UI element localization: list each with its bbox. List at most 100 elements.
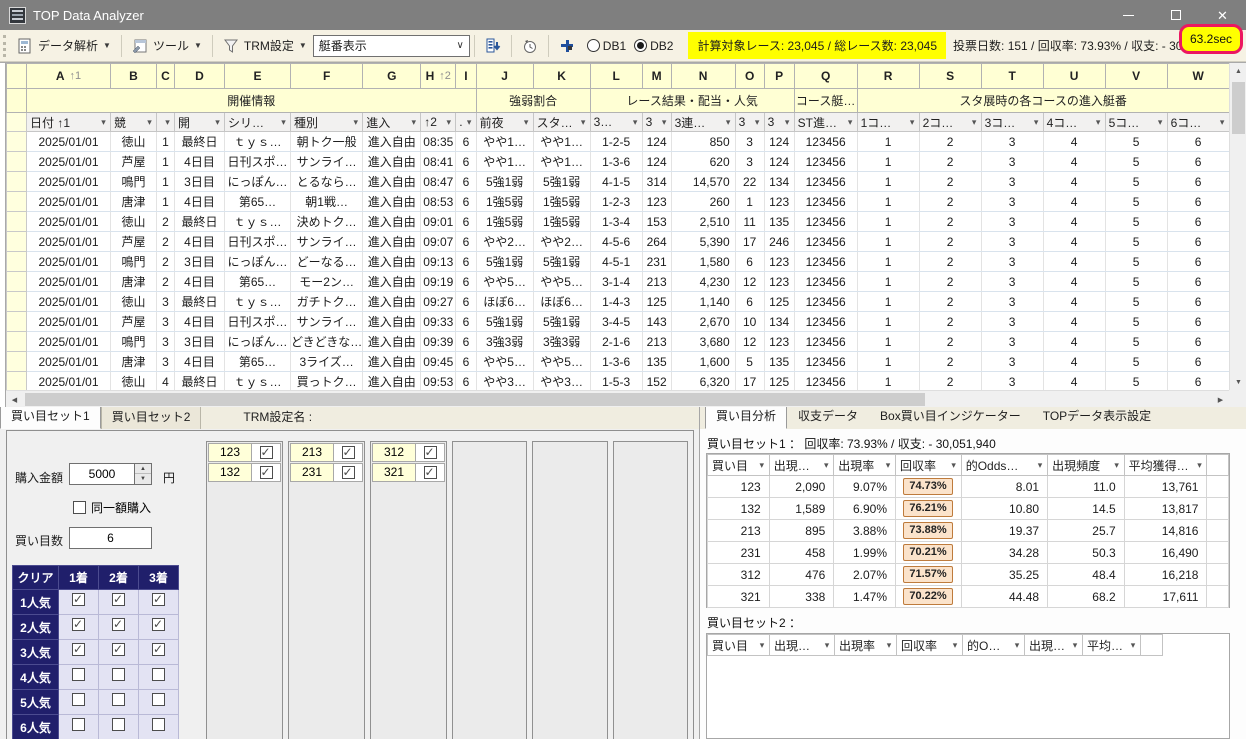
grid-cell[interactable]: ｔｙｓ… bbox=[224, 211, 291, 232]
column-letter-Q[interactable]: Q bbox=[793, 63, 858, 89]
filter-dropdown-icon[interactable]: ▾ bbox=[407, 117, 420, 128]
toolbar-grip[interactable] bbox=[3, 34, 7, 57]
grid-cell[interactable]: 1 bbox=[857, 171, 920, 192]
matrix-cell[interactable] bbox=[58, 664, 99, 690]
analysis-cell[interactable]: 1,589 bbox=[768, 497, 835, 520]
grid-cell[interactable]: 124 bbox=[642, 131, 672, 152]
grid-cell[interactable]: 進入自由 bbox=[362, 311, 422, 332]
grid-cell[interactable]: 3日目 bbox=[174, 171, 225, 192]
checked-checkbox-icon[interactable] bbox=[152, 617, 165, 631]
grid-cell[interactable]: 鳴門 bbox=[110, 331, 157, 352]
matrix-cell[interactable] bbox=[98, 689, 139, 715]
grid-cell[interactable]: 朝1戦… bbox=[290, 191, 364, 212]
grid-cell[interactable]: 135 bbox=[642, 351, 672, 372]
tab-bet-set-2[interactable]: 買い目セット2 bbox=[100, 407, 202, 429]
grid-cell[interactable]: やや2… bbox=[476, 231, 534, 252]
grid-cell[interactable]: 123456 bbox=[794, 211, 858, 232]
tab-bet-set-1[interactable]: 買い目セット1 bbox=[0, 407, 101, 429]
grid-cell[interactable]: 123456 bbox=[794, 271, 858, 292]
header-dropdown-icon[interactable]: ▾ bbox=[1192, 460, 1206, 471]
grid-cell[interactable]: 2 bbox=[919, 231, 982, 252]
grid-cell[interactable]: 08:47 bbox=[420, 171, 457, 192]
grid-cell[interactable]: 6 bbox=[455, 351, 477, 372]
grid-cell[interactable]: 2025/01/01 bbox=[26, 291, 111, 312]
grid-cell[interactable]: 3 bbox=[981, 351, 1044, 372]
grid-cell[interactable]: 6 bbox=[455, 231, 477, 252]
popularity-label[interactable]: 6人気 bbox=[12, 714, 59, 739]
analysis-column-header[interactable]: 出現率 ▾ bbox=[833, 454, 896, 476]
filter-dropdown-icon[interactable]: ▾ bbox=[1216, 117, 1229, 128]
grid-cell[interactable]: 123456 bbox=[794, 291, 858, 312]
column-letter-G[interactable]: G bbox=[362, 63, 422, 89]
filter-header[interactable]: 3… ▾ bbox=[589, 112, 643, 132]
column-letter-D[interactable]: D bbox=[174, 63, 225, 89]
clear-button[interactable]: クリア bbox=[12, 565, 59, 590]
column-letter-J[interactable]: J bbox=[475, 63, 534, 89]
grid-cell[interactable]: 1 bbox=[857, 211, 920, 232]
grid-cell[interactable]: 2025/01/01 bbox=[26, 311, 111, 332]
grid-cell[interactable]: 14,570 bbox=[671, 171, 736, 192]
header-dropdown-icon[interactable]: ▾ bbox=[948, 640, 962, 651]
tab-top-display-settings[interactable]: TOPデータ表示設定 bbox=[1032, 407, 1162, 429]
grid-cell[interactable]: 3 bbox=[981, 151, 1044, 172]
row-header[interactable] bbox=[6, 271, 27, 292]
grid-cell[interactable]: 2025/01/01 bbox=[26, 231, 111, 252]
bet-list-panel[interactable]: 123132 bbox=[206, 441, 283, 739]
analysis-cell[interactable]: 13,817 bbox=[1123, 497, 1208, 520]
matrix-cell[interactable] bbox=[98, 714, 139, 739]
grid-cell[interactable]: 124 bbox=[764, 131, 795, 152]
grid-cell[interactable]: 17 bbox=[735, 371, 765, 392]
analysis-cell[interactable]: 14,816 bbox=[1123, 519, 1208, 542]
grid-cell[interactable]: 2 bbox=[919, 171, 982, 192]
filter-dropdown-icon[interactable]: ▾ bbox=[442, 117, 455, 128]
column-letter-K[interactable]: K bbox=[532, 63, 591, 89]
grid-cell[interactable]: 徳山 bbox=[110, 291, 157, 312]
matrix-cell[interactable] bbox=[98, 589, 139, 615]
analysis-cell[interactable]: 16,218 bbox=[1123, 563, 1208, 586]
grid-cell[interactable]: 4 bbox=[1043, 331, 1106, 352]
grid-cell[interactable]: 5強1弱 bbox=[533, 251, 591, 272]
filter-dropdown-icon[interactable]: ▾ bbox=[143, 117, 156, 128]
grid-cell[interactable]: 1,140 bbox=[671, 291, 736, 312]
grid-cell[interactable]: サンライ… bbox=[290, 231, 364, 252]
grid-cell[interactable]: 09:39 bbox=[420, 331, 457, 352]
purchase-amount-input[interactable]: 5000 bbox=[69, 463, 135, 485]
grid-cell[interactable]: 第65… bbox=[224, 191, 291, 212]
grid-cell[interactable]: 進入自由 bbox=[362, 231, 422, 252]
filter-dropdown-icon[interactable]: ▾ bbox=[1030, 117, 1043, 128]
grid-cell[interactable]: 2025/01/01 bbox=[26, 371, 111, 392]
filter-header[interactable]: ST進… ▾ bbox=[793, 112, 858, 132]
header-dropdown-icon[interactable]: ▾ bbox=[882, 640, 896, 651]
row-header[interactable] bbox=[6, 351, 27, 372]
column-letter-H[interactable]: H ↑2 bbox=[420, 63, 457, 89]
grid-cell[interactable]: 09:45 bbox=[420, 351, 457, 372]
grid-cell[interactable]: 17 bbox=[735, 231, 765, 252]
analysis-column-header[interactable]: 出現… ▾ bbox=[768, 454, 835, 476]
purchase-amount-stepper[interactable]: ▲ ▼ bbox=[135, 463, 152, 485]
filter-header[interactable]: 2コ… ▾ bbox=[918, 112, 982, 132]
grid-cell[interactable]: やや1… bbox=[476, 131, 534, 152]
analysis-cell[interactable]: 44.48 bbox=[960, 585, 1049, 608]
grid-cell[interactable]: 3 bbox=[156, 291, 175, 312]
grid-cell[interactable]: 4-5-1 bbox=[590, 251, 643, 272]
grid-cell[interactable]: 6 bbox=[1167, 331, 1230, 352]
grid-cell[interactable]: 6 bbox=[1167, 231, 1230, 252]
grid-cell[interactable]: 2025/01/01 bbox=[26, 171, 111, 192]
grid-cell[interactable]: 2025/01/01 bbox=[26, 331, 111, 352]
analysis-cell[interactable]: 231 bbox=[707, 541, 770, 564]
grid-cell[interactable]: 09:13 bbox=[420, 251, 457, 272]
grid-cell[interactable]: 1 bbox=[857, 331, 920, 352]
grid-cell[interactable]: 2 bbox=[919, 331, 982, 352]
grid-cell[interactable]: 123 bbox=[764, 251, 795, 272]
grid-cell[interactable]: やや1… bbox=[533, 131, 591, 152]
grid-cell[interactable]: 進入自由 bbox=[362, 251, 422, 272]
grid-vertical-scrollbar[interactable]: ▲ ▼ bbox=[1229, 63, 1246, 391]
grid-cell[interactable]: 123456 bbox=[794, 331, 858, 352]
row-header[interactable] bbox=[6, 231, 27, 252]
grid-cell[interactable]: 5,390 bbox=[671, 231, 736, 252]
analysis-cell[interactable]: 3.88% bbox=[833, 519, 896, 542]
analysis-cell[interactable]: 2,090 bbox=[768, 475, 835, 498]
grid-cell[interactable]: 6 bbox=[455, 191, 477, 212]
grid-cell[interactable]: 4 bbox=[1043, 191, 1106, 212]
stepper-down-icon[interactable]: ▼ bbox=[135, 474, 151, 484]
